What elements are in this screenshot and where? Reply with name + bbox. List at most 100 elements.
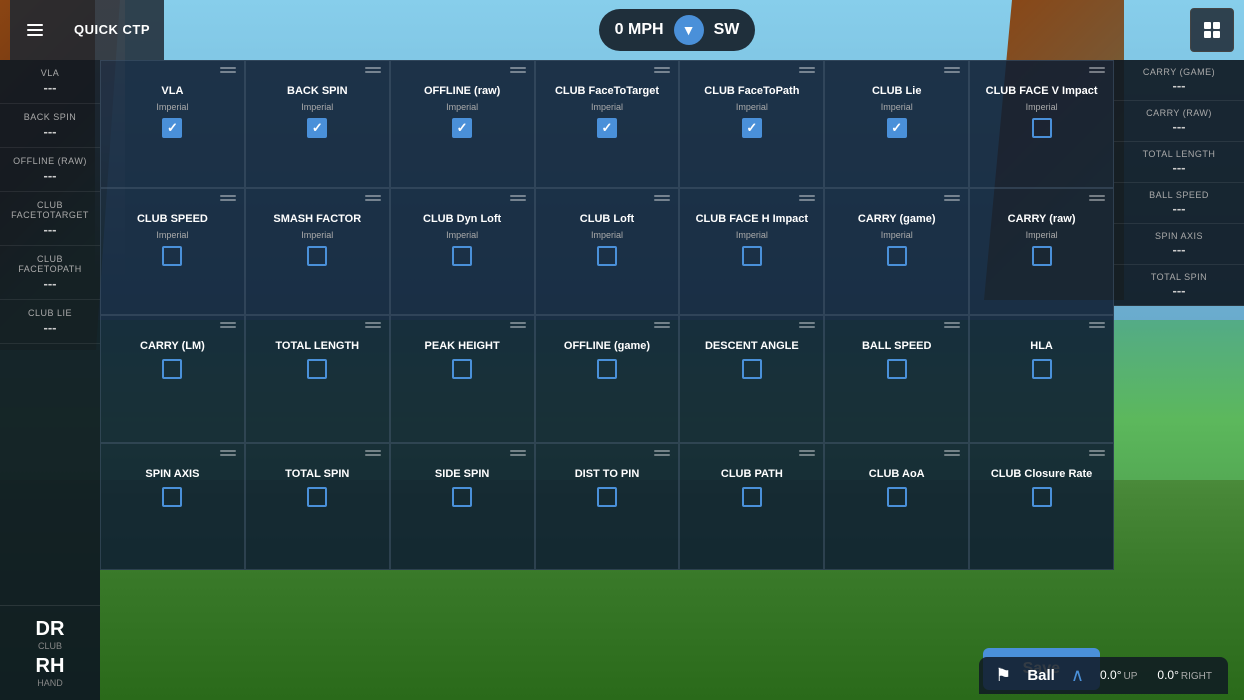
grid-cell-r1-c5[interactable]: CARRY (game)Imperial [824,188,969,316]
cell-checkbox[interactable] [1032,487,1052,507]
r-carry-game-value: --- [1122,78,1236,93]
cell-checkbox[interactable] [742,246,762,266]
grid-cell-r3-c0[interactable]: SPIN AXIS [100,443,245,571]
sidebar-item-face-to-path[interactable]: CLUB FaceToPath --- [0,246,100,300]
cell-checkbox[interactable] [887,246,907,266]
cell-checkbox[interactable] [307,359,327,379]
sidebar-item-back-spin[interactable]: BACK SPIN --- [0,104,100,148]
right-sidebar-total-spin[interactable]: TOTAL SPIN --- [1114,265,1244,306]
cell-checkbox[interactable] [597,246,617,266]
grid-cell-r2-c4[interactable]: DESCENT ANGLE [679,315,824,443]
cell-checkbox[interactable] [162,487,182,507]
cell-checkbox[interactable] [887,118,907,138]
cell-checkbox[interactable] [307,487,327,507]
grid-cell-r0-c2[interactable]: OFFLINE (raw)Imperial [390,60,535,188]
grid-cell-r2-c1[interactable]: TOTAL LENGTH [245,315,390,443]
cell-checkbox[interactable] [597,487,617,507]
cell-title: CLUB AoA [833,468,960,481]
cell-handle-icon [654,450,670,456]
cell-checkbox[interactable] [742,118,762,138]
cell-checkbox[interactable] [307,246,327,266]
cell-checkbox[interactable] [162,118,182,138]
footer-right: ⚑ Ball ∧ 0.0°UP 0.0°RIGHT [979,657,1228,694]
cell-checkbox[interactable] [597,118,617,138]
grid-cell-r2-c6[interactable]: HLA [969,315,1114,443]
grid-cell-r3-c1[interactable]: TOTAL SPIN [245,443,390,571]
grid-cell-r2-c3[interactable]: OFFLINE (game) [535,315,680,443]
cell-title: CLUB FaceToTarget [544,85,671,98]
cell-checkbox[interactable] [597,359,617,379]
grid-cell-r0-c1[interactable]: BACK SPINImperial [245,60,390,188]
grid-cell-r1-c0[interactable]: CLUB SPEEDImperial [100,188,245,316]
grid-cell-r0-c4[interactable]: CLUB FaceToPathImperial [679,60,824,188]
cell-checkbox[interactable] [1032,118,1052,138]
grid-view-button[interactable] [1190,8,1234,52]
grid-cell-r1-c2[interactable]: CLUB Dyn LoftImperial [390,188,535,316]
ball-up-arrow[interactable]: ∧ [1071,665,1084,686]
cell-title: DESCENT ANGLE [688,340,815,353]
grid-cell-r0-c0[interactable]: VLAImperial [100,60,245,188]
grid-cell-r3-c3[interactable]: DIST TO PIN [535,443,680,571]
header-center: 0 MPH ▼ SW [599,9,756,51]
cell-handle-icon [1089,450,1105,456]
grid-cell-r2-c5[interactable]: BALL SPEED [824,315,969,443]
quick-ctp-button[interactable]: QUICK CTP [60,0,164,60]
cell-handle-icon [799,322,815,328]
cell-checkbox[interactable] [452,246,472,266]
cell-handle-icon [944,67,960,73]
cell-checkbox[interactable] [887,487,907,507]
right-sidebar-carry-raw[interactable]: CARRY (raw) --- [1114,101,1244,142]
sidebar-item-face-to-target[interactable]: CLUB FaceToTarget --- [0,192,100,246]
grid-cell-r1-c4[interactable]: CLUB FACE H ImpactImperial [679,188,824,316]
right-sidebar-carry-game[interactable]: CARRY (game) --- [1114,60,1244,101]
sidebar-clublie-label: CLUB Lie [6,308,94,318]
grid-icon [1202,20,1222,40]
menu-button[interactable] [10,0,60,60]
cell-title: CLUB Loft [544,213,671,226]
sidebar-item-offline-raw[interactable]: OFFLINE (raw) --- [0,148,100,192]
cell-checkbox[interactable] [162,246,182,266]
grid-cell-r3-c2[interactable]: SIDE SPIN [390,443,535,571]
grid-cell-r3-c6[interactable]: CLUB Closure Rate [969,443,1114,571]
grid-cell-r3-c5[interactable]: CLUB AoA [824,443,969,571]
grid-cell-r1-c1[interactable]: SMASH FACTORImperial [245,188,390,316]
cell-checkbox[interactable] [452,487,472,507]
flag-icon: ⚑ [995,665,1011,686]
cell-handle-icon [220,195,236,201]
r-carry-game-label: CARRY (game) [1122,67,1236,77]
cell-unit: Imperial [254,102,381,112]
right-sidebar-spin-axis[interactable]: SPIN AXIS --- [1114,224,1244,265]
cell-checkbox[interactable] [452,359,472,379]
angle-right-value: 0.0°RIGHT [1157,668,1212,682]
cell-handle-icon [365,322,381,328]
r-total-spin-label: TOTAL SPIN [1122,272,1236,282]
grid-cell-r2-c2[interactable]: PEAK HEIGHT [390,315,535,443]
grid-cell-r0-c5[interactable]: CLUB LieImperial [824,60,969,188]
cell-title: CLUB Closure Rate [978,468,1105,481]
cell-checkbox[interactable] [307,118,327,138]
cell-checkbox[interactable] [887,359,907,379]
cell-checkbox[interactable] [742,359,762,379]
sidebar-facetotarget-label: CLUB FaceToTarget [6,200,94,220]
cell-handle-icon [654,322,670,328]
grid-cell-r1-c6[interactable]: CARRY (raw)Imperial [969,188,1114,316]
sidebar-item-vla[interactable]: VLA --- [0,60,100,104]
sidebar-facetopath-label: CLUB FaceToPath [6,254,94,274]
grid-cell-r0-c6[interactable]: CLUB FACE V ImpactImperial [969,60,1114,188]
grid-cell-r2-c0[interactable]: CARRY (LM) [100,315,245,443]
sidebar-item-club-lie[interactable]: CLUB Lie --- [0,300,100,344]
grid-cell-r0-c3[interactable]: CLUB FaceToTargetImperial [535,60,680,188]
cell-checkbox[interactable] [452,118,472,138]
cell-checkbox[interactable] [1032,359,1052,379]
cell-handle-icon [220,450,236,456]
grid-cell-r1-c3[interactable]: CLUB LoftImperial [535,188,680,316]
right-sidebar-ball-speed[interactable]: BALL SPEED --- [1114,183,1244,224]
grid-cell-r3-c4[interactable]: CLUB PATH [679,443,824,571]
cell-handle-icon [220,67,236,73]
sidebar-vla-label: VLA [6,68,94,78]
main-grid: VLAImperialBACK SPINImperialOFFLINE (raw… [100,60,1114,570]
cell-checkbox[interactable] [1032,246,1052,266]
cell-checkbox[interactable] [742,487,762,507]
cell-checkbox[interactable] [162,359,182,379]
right-sidebar-total-length[interactable]: TOTAL LENGTH --- [1114,142,1244,183]
